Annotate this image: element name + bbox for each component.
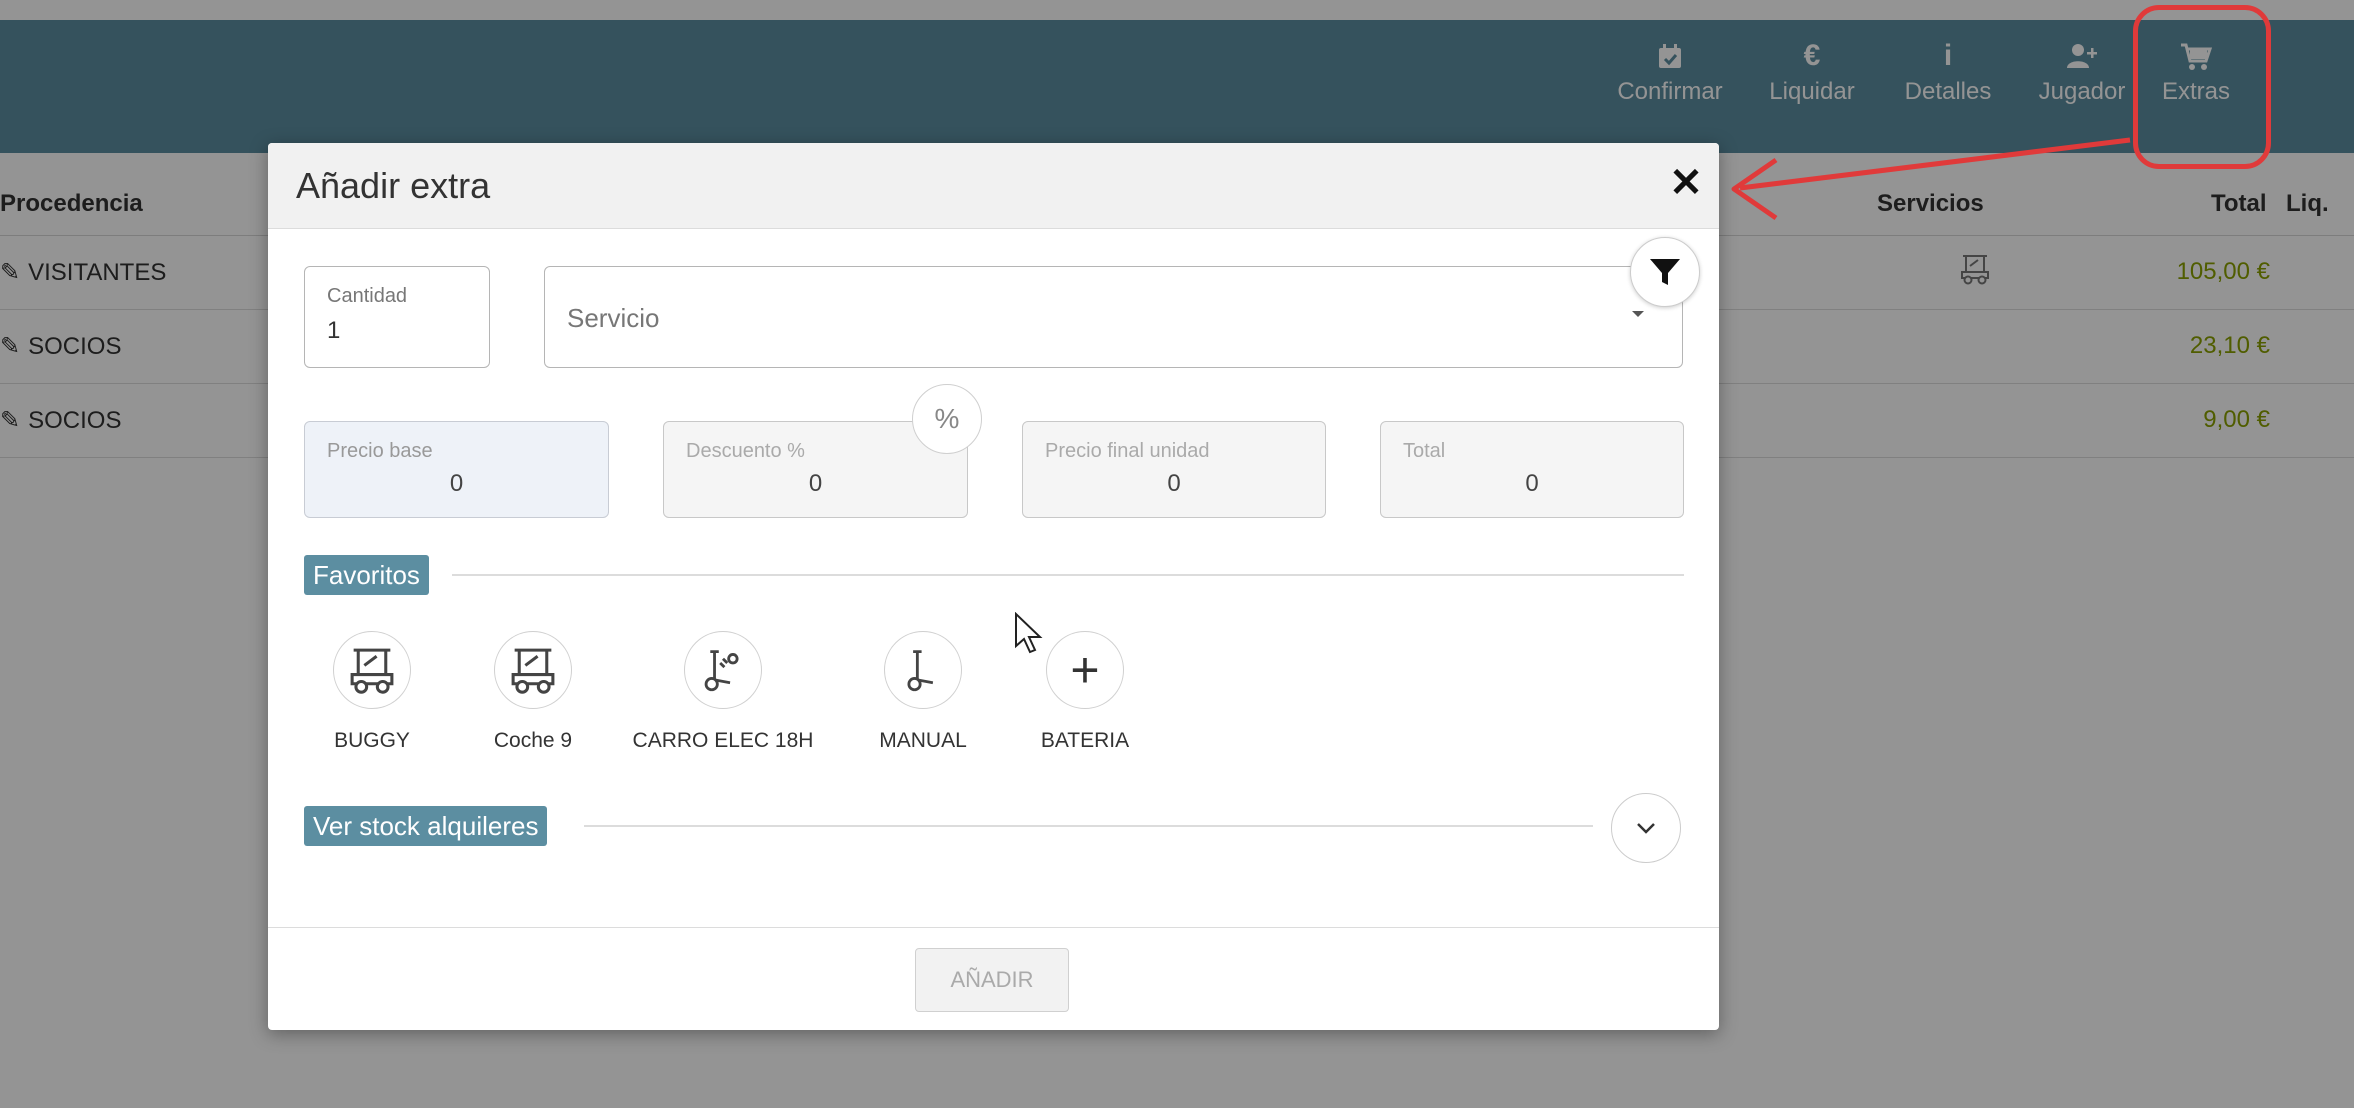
expand-stock-button[interactable]: [1611, 793, 1681, 863]
filter-button[interactable]: [1630, 237, 1700, 307]
golf-cart-icon: [511, 648, 555, 694]
base-price-value: 0: [449, 470, 464, 497]
mouse-cursor-icon: [1015, 612, 1043, 654]
dialog-footer: AÑADIR: [268, 927, 1719, 1030]
percent-icon: %: [934, 403, 960, 434]
favorites-divider: [452, 574, 1684, 576]
total-field: Total 0: [1380, 421, 1684, 518]
golf-cart-icon: [350, 648, 394, 694]
favorite-manual[interactable]: MANUAL: [855, 631, 991, 753]
final-unit-price-label: Precio final unidad: [1045, 440, 1210, 462]
base-price-label: Precio base: [327, 440, 433, 462]
total-value: 0: [1525, 470, 1539, 497]
stock-divider: [584, 825, 1593, 827]
service-placeholder: Servicio: [567, 303, 660, 333]
quantity-field[interactable]: Cantidad 1: [304, 266, 490, 368]
favorite-coche-9[interactable]: Coche 9: [465, 631, 601, 753]
final-unit-price-field: Precio final unidad 0: [1022, 421, 1326, 518]
dialog-header: Añadir extra ✕: [268, 143, 1719, 229]
close-icon[interactable]: ✕: [1666, 163, 1706, 203]
chevron-down-icon: [1637, 823, 1655, 834]
service-select[interactable]: Servicio: [544, 266, 1683, 368]
favorite-label: BATERIA: [1040, 729, 1130, 752]
favorite-label: Coche 9: [493, 729, 573, 752]
filter-icon: [1650, 259, 1680, 285]
discount-value: 0: [808, 470, 823, 497]
stock-heading[interactable]: Ver stock alquileres: [304, 806, 548, 846]
plus-icon: +: [1070, 642, 1100, 698]
percent-toggle-button[interactable]: %: [912, 384, 982, 454]
favorite-carro-elec-18h[interactable]: CARRO ELEC 18H: [628, 631, 818, 753]
dialog-title: Añadir extra: [296, 165, 491, 206]
add-extra-dialog: Añadir extra ✕ Cantidad 1 Servicio Preci…: [268, 143, 1719, 1030]
total-label: Total: [1403, 440, 1446, 462]
favorite-buggy[interactable]: BUGGY: [304, 631, 440, 753]
favorite-label: BUGGY: [334, 729, 410, 752]
favorite-label: MANUAL: [879, 729, 967, 752]
base-price-field[interactable]: Precio base 0: [304, 421, 609, 518]
highlight-box: [2133, 5, 2271, 169]
quantity-value: 1: [327, 317, 341, 344]
electric-trolley-icon: [704, 650, 739, 692]
quantity-label: Cantidad: [327, 285, 408, 307]
discount-label: Descuento %: [686, 440, 805, 462]
manual-trolley-icon: [907, 650, 934, 692]
final-unit-price-value: 0: [1167, 470, 1181, 497]
add-button[interactable]: AÑADIR: [915, 948, 1069, 1012]
favorites-heading: Favoritos: [304, 555, 429, 595]
dropdown-caret-icon: [1632, 311, 1644, 317]
favorite-label: CARRO ELEC 18H: [632, 729, 814, 752]
